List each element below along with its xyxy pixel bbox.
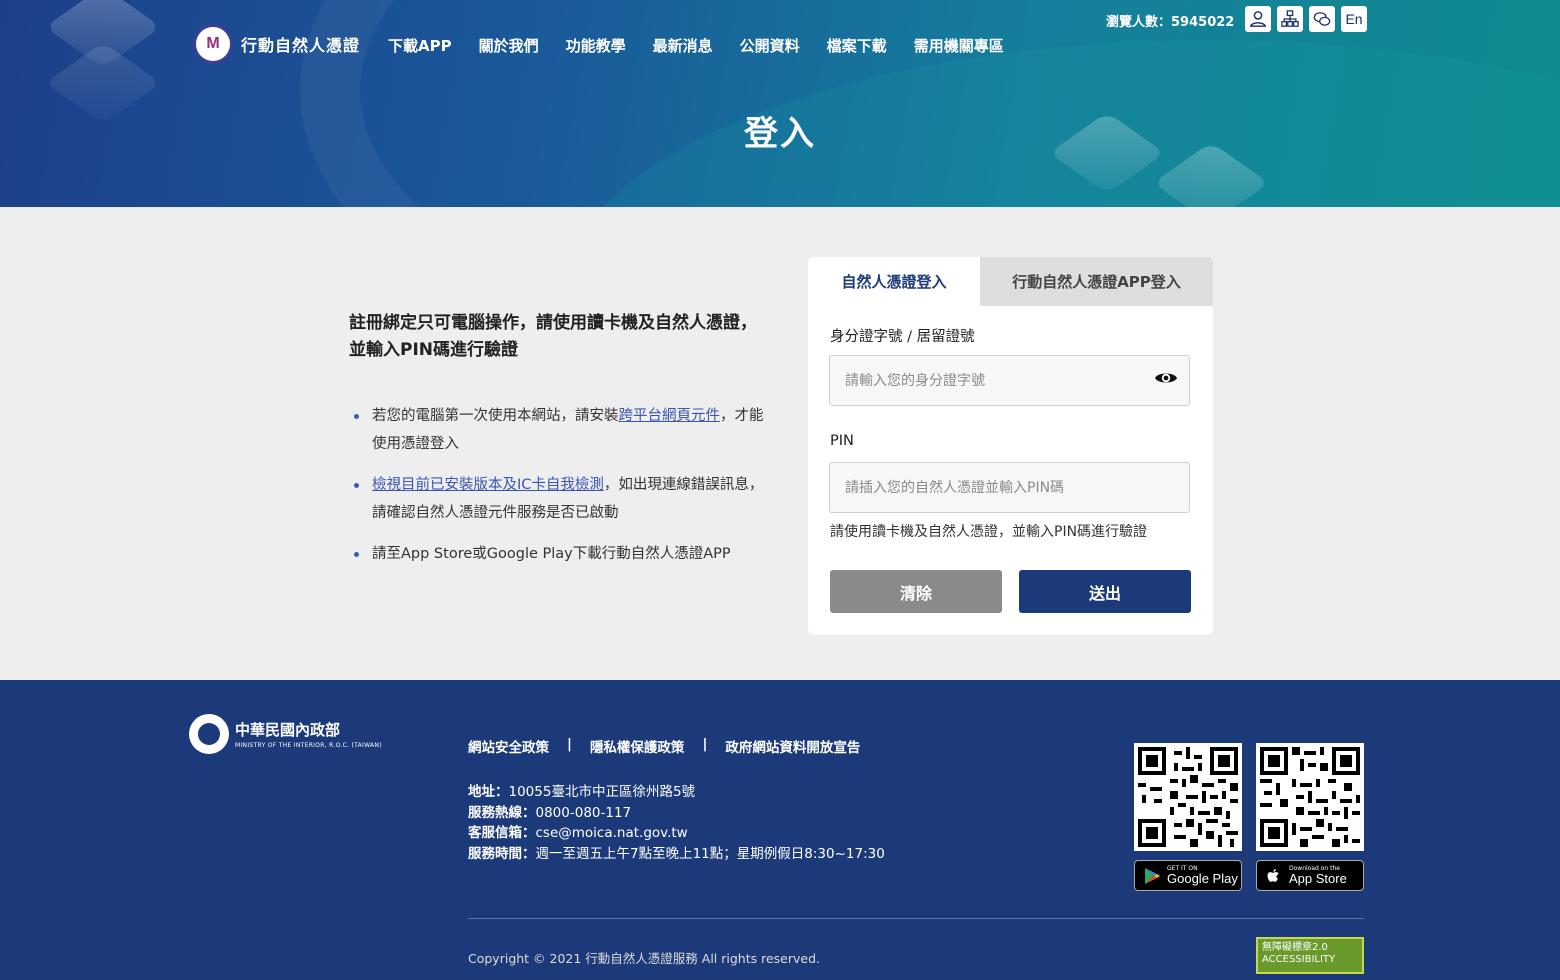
google-play-name: Google Play [1167, 871, 1238, 886]
nav-item-tutorial[interactable]: 功能教學 [566, 35, 626, 56]
google-play-qr-code [1134, 743, 1242, 851]
hours-label: 服務時間： [468, 845, 536, 862]
ministry-logo[interactable]: 中華民國內政部 MINISTRY OF THE INTERIOR, R.O.C.… [189, 714, 382, 754]
site-logo[interactable]: M 行動自然人憑證 [193, 24, 360, 64]
email-value[interactable]: cse@moica.nat.gov.tw [536, 825, 688, 841]
hotline-row: 服務熱線：0800-080-117 [468, 803, 885, 824]
tab-certificate-login[interactable]: 自然人憑證登入 [808, 257, 980, 306]
main-nav: 下載APP 關於我們 功能教學 最新消息 公開資料 檔案下載 需用機關專區 [388, 35, 1031, 56]
link-separator: | [567, 736, 572, 752]
chat-bubbles-icon [1313, 12, 1331, 26]
privacy-policy-link[interactable]: 隱私權保護政策 [590, 736, 685, 756]
accessibility-badge-line1: 無障礙標章2.0 [1262, 942, 1328, 953]
list-item-text: 若您的電腦第一次使用本網站，請安裝 [372, 408, 619, 424]
sitemap-icon [1281, 10, 1299, 27]
faq-button[interactable] [1309, 6, 1335, 32]
instructions-heading: 註冊綁定只可電腦操作，請使用讀卡機及自然人憑證，並輸入PIN碼進行驗證 [349, 313, 757, 360]
ministry-name: 中華民國內政部 [235, 721, 341, 739]
ministry-emblem-icon [189, 714, 229, 754]
hotline-value: 0800-080-117 [535, 804, 632, 821]
pin-hint-text: 請使用讀卡機及自然人憑證，並輸入PIN碼進行驗證 [830, 524, 1148, 540]
footer-divider [468, 918, 1364, 919]
install-component-link[interactable]: 跨平台網頁元件 [619, 408, 721, 424]
footer-links: 網站安全政策 | 隱私權保護政策 | 政府網站資料開放宣告 [468, 736, 860, 756]
google-play-icon [1145, 867, 1160, 884]
instructions-list: 若您的電腦第一次使用本網站，請安裝跨平台網頁元件，才能使用憑證登入 檢視目前已安… [349, 402, 769, 568]
open-data-link[interactable]: 政府網站資料開放宣告 [725, 736, 860, 756]
hero-banner: M 行動自然人憑證 下載APP 關於我們 功能教學 最新消息 公開資料 檔案下載… [0, 0, 1560, 207]
login-card: 自然人憑證登入 行動自然人憑證APP登入 身分證字號 / 居留證號 PIN 請使… [808, 257, 1213, 635]
email-label: 客服信箱： [468, 825, 536, 841]
nav-item-about[interactable]: 關於我們 [479, 35, 539, 56]
address-value: 10055臺北市中正區徐州路5號 [508, 784, 696, 800]
show-password-eye-icon[interactable] [1154, 369, 1178, 387]
visitor-label: 瀏覽人數： [1106, 15, 1172, 30]
site-footer: 中華民國內政部 MINISTRY OF THE INTERIOR, R.O.C.… [0, 680, 1560, 980]
contact-info: 地址：10055臺北市中正區徐州路5號 服務熱線：0800-080-117 客服… [468, 782, 885, 864]
security-policy-link[interactable]: 網站安全政策 [468, 736, 549, 756]
link-separator: | [702, 736, 708, 752]
address-row: 地址：10055臺北市中正區徐州路5號 [468, 782, 885, 803]
clear-button[interactable]: 清除 [830, 570, 1002, 613]
hotline-label: 服務熱線： [468, 804, 536, 821]
app-store-badge[interactable]: Download on the App Store [1256, 860, 1364, 891]
google-play-badge[interactable]: GET IT ON Google Play [1134, 860, 1242, 891]
tab-app-login[interactable]: 行動自然人憑證APP登入 [980, 257, 1213, 306]
accessibility-badge-line2: ACCESSIBILITY [1262, 954, 1336, 965]
logo-mark-icon: M [193, 24, 233, 64]
visitor-counter: 瀏覽人數：5945022 [1106, 11, 1234, 30]
email-row: 客服信箱：cse@moica.nat.gov.tw [468, 823, 885, 844]
sitemap-button[interactable] [1277, 6, 1303, 32]
logo-text: 行動自然人憑證 [241, 36, 361, 55]
language-button[interactable]: En [1341, 6, 1367, 32]
list-item: 檢視目前已安裝版本及IC卡自我檢測，如出現連線錯誤訊息，請確認自然人憑證元件服務… [349, 471, 769, 527]
login-tabs: 自然人憑證登入 行動自然人憑證APP登入 [808, 257, 1213, 306]
nav-item-public-data[interactable]: 公開資料 [740, 35, 800, 56]
ministry-name-en: MINISTRY OF THE INTERIOR, R.O.C. (TAIWAN… [235, 742, 382, 749]
nav-item-download-app[interactable]: 下載APP [388, 35, 452, 56]
nav-item-file-download[interactable]: 檔案下載 [827, 35, 887, 56]
visitor-count: 5945022 [1171, 15, 1235, 30]
pin-field-label: PIN [830, 433, 854, 449]
utility-buttons: En [1245, 6, 1367, 32]
list-item: 請至App Store或Google Play下載行動自然人憑證APP [349, 540, 769, 568]
nav-item-news[interactable]: 最新消息 [653, 35, 713, 56]
qr-code-icon [1260, 747, 1360, 847]
version-check-link[interactable]: 檢視目前已安裝版本及IC卡自我檢測 [372, 477, 604, 493]
hours-row: 服務時間：週一至週五上午7點至晚上11點；星期例假日8:30~17:30 [468, 844, 885, 865]
submit-button[interactable]: 送出 [1019, 570, 1191, 613]
list-item-text: 請至App Store或Google Play下載行動自然人憑證APP [372, 546, 731, 562]
app-store-qr-code [1256, 743, 1364, 851]
member-button[interactable] [1245, 6, 1271, 32]
list-item: 若您的電腦第一次使用本網站，請安裝跨平台網頁元件，才能使用憑證登入 [349, 402, 769, 458]
pin-input[interactable] [829, 462, 1190, 513]
nav-item-agency-zone[interactable]: 需用機關專區 [914, 35, 1004, 56]
copyright-text: Copyright © 2021 行動自然人憑證服務 All rights re… [468, 951, 821, 966]
qr-code-icon [1138, 747, 1238, 847]
apple-icon [1267, 868, 1279, 882]
user-icon [1249, 11, 1267, 27]
id-number-input[interactable] [829, 355, 1190, 406]
address-label: 地址： [468, 784, 509, 800]
app-store-name: App Store [1289, 871, 1347, 886]
login-instructions: 註冊綁定只可電腦操作，請使用讀卡機及自然人憑證，並輸入PIN碼進行驗證 若您的電… [349, 310, 769, 581]
page-title: 登入 [744, 114, 816, 154]
hours-value: 週一至週五上午7點至晚上11點；星期例假日8:30~17:30 [535, 845, 885, 862]
id-field-label: 身分證字號 / 居留證號 [830, 329, 975, 345]
accessibility-badge[interactable]: 無障礙標章2.0 ACCESSIBILITY [1256, 937, 1364, 974]
